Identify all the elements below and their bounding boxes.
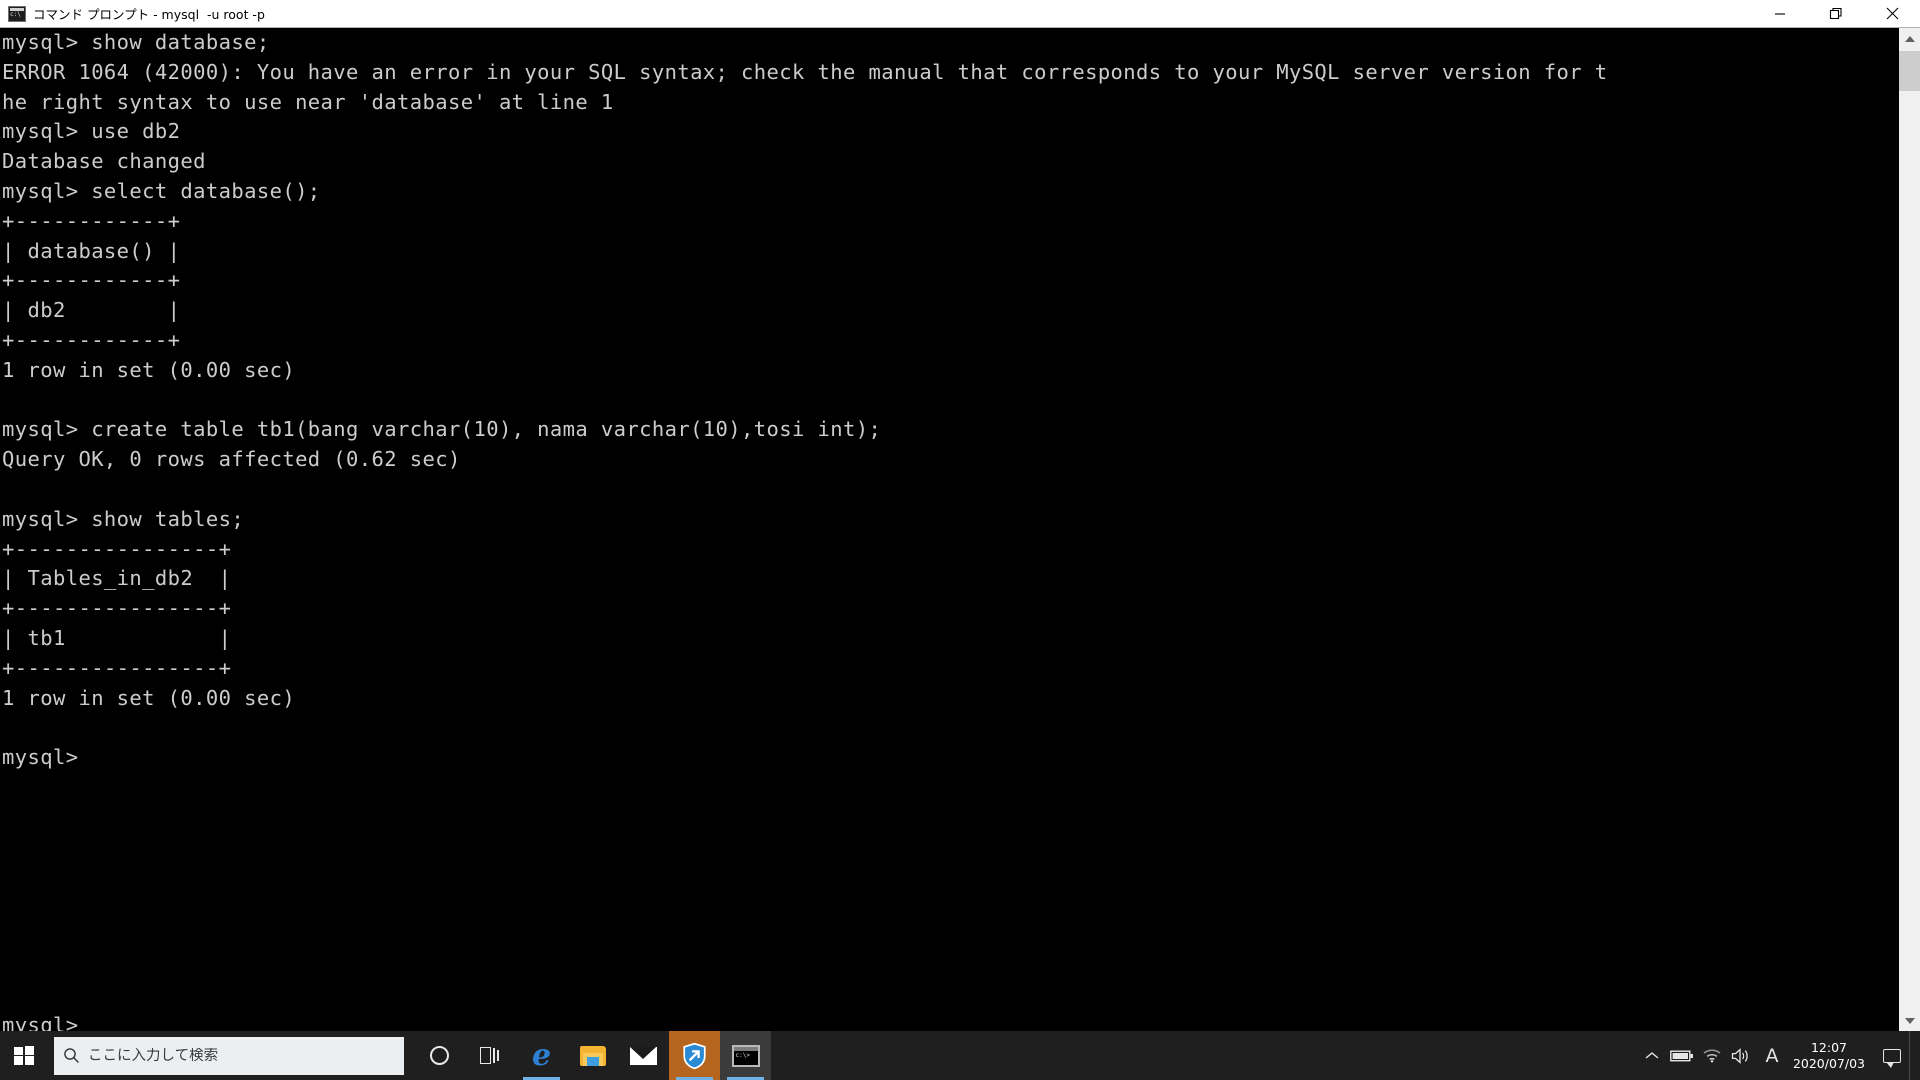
taskbar-item-command-prompt[interactable] [720,1031,771,1080]
console-line: mysql> show tables; [2,506,245,531]
console-line: | database() | [2,238,181,263]
console-area: mysql> show database; ERROR 1064 (42000):… [0,28,1920,1031]
ime-mode-indicator[interactable]: A [1757,1045,1787,1067]
show-desktop-button[interactable] [1909,1031,1916,1080]
console-line: +----------------+ [2,536,232,561]
taskbar-item-file-explorer[interactable] [567,1031,618,1080]
console-line: he right syntax to use near 'database' a… [2,89,614,114]
taskbar-item-mail[interactable] [618,1031,669,1080]
console-line: Query OK, 0 rows affected (0.62 sec) [2,447,461,472]
console-line: +------------+ [2,208,181,233]
task-view-icon [479,1047,502,1064]
console-line: | db2 | [2,298,181,323]
ime-mode-label: A [1765,1044,1779,1067]
clock-date: 2020/07/03 [1792,1055,1865,1071]
console-line: 1 row in set (0.00 sec) [2,357,296,382]
clock[interactable]: 12:07 2020/07/03 [1793,1040,1865,1072]
console-line: +------------+ [2,268,181,293]
taskbar-search-box[interactable] [54,1036,404,1075]
console-line: mysql> use db2 [2,119,181,144]
action-center-icon[interactable] [1875,1048,1909,1068]
search-icon [54,1047,88,1064]
speaker-icon[interactable] [1727,1047,1757,1064]
system-tray: A 12:07 2020/07/03 [1637,1031,1920,1080]
wifi-icon[interactable] [1697,1048,1727,1063]
shield-app-icon [682,1042,707,1070]
scroll-thumb[interactable] [1899,51,1920,91]
title-bar[interactable]: コマンド プロンプト - mysql -u root -p [0,0,1920,28]
vertical-scrollbar[interactable] [1898,28,1920,1031]
taskbar: e [0,1031,1920,1080]
windows-logo-icon [14,1045,34,1066]
console-line: | Tables_in_db2 | [2,566,232,591]
command-prompt-icon [731,1044,760,1067]
console-line: +----------------+ [2,596,232,621]
console-output[interactable]: mysql> show database; ERROR 1064 (42000):… [0,28,1898,1031]
scroll-down-arrow[interactable] [1899,1010,1920,1031]
console-line: Database changed [2,149,206,174]
console-line: mysql> [2,1013,79,1031]
file-explorer-icon [579,1045,606,1066]
minimize-button[interactable] [1752,0,1808,27]
taskbar-item-edge[interactable]: e [516,1031,567,1080]
clock-time: 12:07 [1810,1039,1847,1055]
console-line: mysql> [2,745,79,770]
notification-box-icon [1883,1048,1901,1068]
console-icon [8,5,26,22]
console-line: mysql> create table tb1(bang varchar(10)… [2,417,882,442]
console-line: 1 row in set (0.00 sec) [2,685,296,710]
console-line: +------------+ [2,327,181,352]
command-prompt-window: コマンド プロンプト - mysql -u root -p mysql> sho… [0,0,1920,1031]
taskbar-item-cortana[interactable] [414,1031,465,1080]
window-title: コマンド プロンプト - mysql -u root -p [33,7,265,22]
close-button[interactable] [1864,0,1920,27]
console-line: mysql> show database; [2,30,270,54]
console-line: | tb1 | [2,625,232,650]
start-button[interactable] [0,1031,48,1080]
scroll-up-arrow[interactable] [1899,28,1920,49]
search-input[interactable] [88,1047,378,1064]
taskbar-item-shield-app[interactable] [669,1031,720,1080]
taskbar-items: e [414,1031,771,1080]
taskbar-item-task-view[interactable] [465,1031,516,1080]
console-line: ERROR 1064 (42000): You have an error in… [2,59,1608,84]
restore-button[interactable] [1808,0,1864,27]
mail-icon [630,1046,657,1065]
show-hidden-icons-icon[interactable] [1637,1051,1667,1061]
console-line: +----------------+ [2,655,232,680]
console-line: mysql> select database(); [2,178,321,203]
cortana-icon [430,1046,449,1065]
window-controls [1752,0,1920,27]
edge-icon: e [531,1037,552,1073]
battery-icon[interactable] [1667,1049,1697,1063]
